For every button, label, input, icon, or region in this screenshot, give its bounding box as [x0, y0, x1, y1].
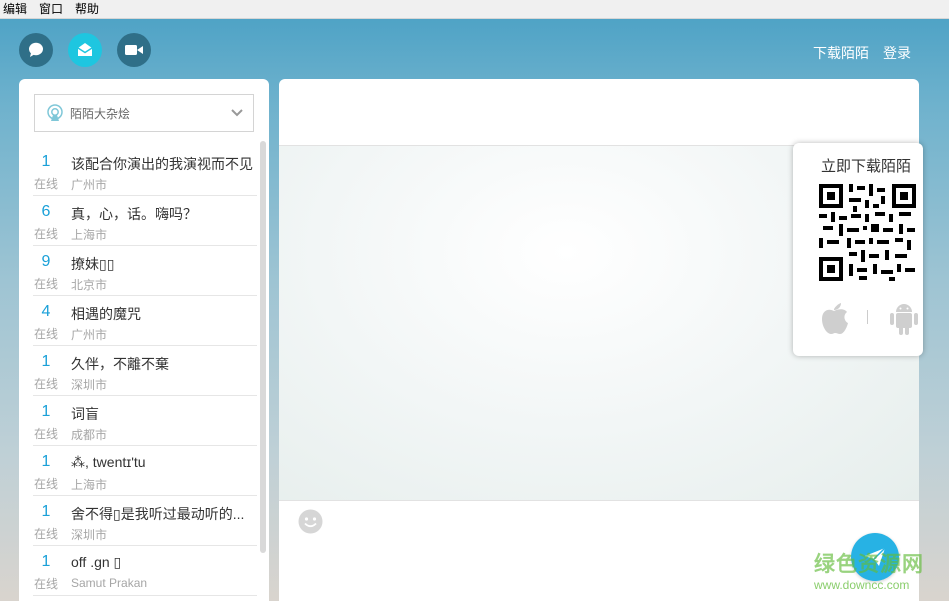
room-list: 1 在线 该配合你演出的我演视而不见 广州市 6 在线 真，心，话。嗨吗？ 上海…: [33, 146, 257, 596]
online-label: 在线: [33, 527, 58, 541]
chat-bubble-icon[interactable]: [19, 33, 53, 67]
online-count: 1: [41, 403, 51, 420]
broadcast-icon: [47, 104, 63, 121]
qr-title: 立即下载陌陌: [821, 158, 912, 175]
room-title: 久伴，不離不棄: [71, 356, 169, 372]
online-count: 1: [41, 153, 51, 170]
room-item[interactable]: 1 在线 off .gn ▯ Samut Prakan: [33, 546, 257, 596]
online-label: 在线: [33, 477, 58, 491]
room-city: 广州市: [71, 178, 108, 192]
room-item[interactable]: 1 在线 舍不得▯是我听过最动听的... 深圳市: [33, 496, 257, 546]
apple-icon[interactable]: [819, 301, 849, 335]
room-item[interactable]: 1 在线 词盲 成都市: [33, 396, 257, 446]
room-item[interactable]: 4 在线 相遇的魔咒 广州市: [33, 296, 257, 346]
online-label: 在线: [33, 377, 58, 391]
top-links: 下载陌陌 登录: [799, 43, 911, 63]
smiley-icon[interactable]: [298, 509, 323, 534]
room-title: off .gn ▯: [71, 554, 122, 570]
online-label: 在线: [33, 277, 58, 291]
room-title: 该配合你演出的我演视而不见: [71, 156, 253, 172]
room-item[interactable]: 1 在线 ⁂, twentɪ'tu 上海市: [33, 446, 257, 496]
room-item[interactable]: 9 在线 撩妹▯▯ 北京市: [33, 246, 257, 296]
online-label: 在线: [33, 427, 58, 441]
online-label: 在线: [33, 227, 58, 241]
mail-open-icon[interactable]: [68, 33, 102, 67]
menu-help[interactable]: 帮助: [75, 0, 99, 19]
room-title: 舍不得▯是我听过最动听的...: [71, 506, 245, 522]
store-divider: [867, 310, 868, 324]
online-label: 在线: [33, 177, 58, 191]
room-city: 深圳市: [71, 378, 108, 392]
room-list-scrollbar[interactable]: [260, 141, 266, 553]
video-camera-icon[interactable]: [117, 33, 151, 67]
chevron-down-icon: [231, 109, 243, 117]
online-count: 9: [41, 253, 51, 270]
room-item[interactable]: 6 在线 真，心，话。嗨吗？ 上海市: [33, 196, 257, 246]
channel-label: 陌陌大杂烩: [70, 106, 131, 121]
qr-code: [819, 184, 916, 281]
watermark-title: 绿色资源网: [814, 553, 924, 576]
menu-bar: 编辑 窗口 帮助: [0, 0, 949, 19]
online-count: 1: [41, 553, 51, 570]
room-city: 北京市: [71, 278, 108, 292]
room-title: 撩妹▯▯: [71, 256, 115, 272]
watermark: 绿色资源网 www.downcc.com: [814, 548, 924, 592]
online-count: 1: [41, 503, 51, 520]
room-title: 词盲: [71, 406, 99, 422]
menu-window[interactable]: 窗口: [39, 0, 63, 19]
room-city: Samut Prakan: [71, 576, 148, 590]
online-count: 1: [41, 453, 51, 470]
login-link[interactable]: 登录: [883, 43, 911, 63]
room-list-panel: 陌陌大杂烩 1 在线 该配合你演出的我演视而不见 广州市 6 在线 真，心，话。…: [19, 79, 269, 601]
online-label: 在线: [33, 327, 58, 341]
room-city: 上海市: [71, 478, 108, 492]
top-nav: [19, 33, 166, 67]
channel-selector[interactable]: 陌陌大杂烩: [34, 94, 254, 132]
room-title: ⁂, twentɪ'tu: [71, 454, 146, 470]
room-item[interactable]: 1 在线 该配合你演出的我演视而不见 广州市: [33, 146, 257, 196]
android-icon[interactable]: [889, 300, 919, 336]
online-count: 1: [41, 353, 51, 370]
online-label: 在线: [33, 577, 58, 591]
room-item[interactable]: 1 在线 久伴，不離不棄 深圳市: [33, 346, 257, 396]
watermark-url: www.downcc.com: [814, 578, 910, 592]
download-link[interactable]: 下载陌陌: [813, 43, 869, 63]
online-count: 6: [41, 203, 51, 220]
room-title: 相遇的魔咒: [71, 306, 141, 322]
room-city: 深圳市: [71, 528, 108, 542]
room-city: 成都市: [71, 428, 108, 442]
qr-download-popup: 立即下载陌陌: [793, 143, 923, 356]
online-count: 4: [41, 303, 51, 320]
room-city: 上海市: [71, 228, 108, 242]
room-city: 广州市: [71, 328, 108, 342]
room-title: 真，心，话。嗨吗？: [71, 206, 197, 222]
menu-edit[interactable]: 编辑: [3, 0, 27, 19]
